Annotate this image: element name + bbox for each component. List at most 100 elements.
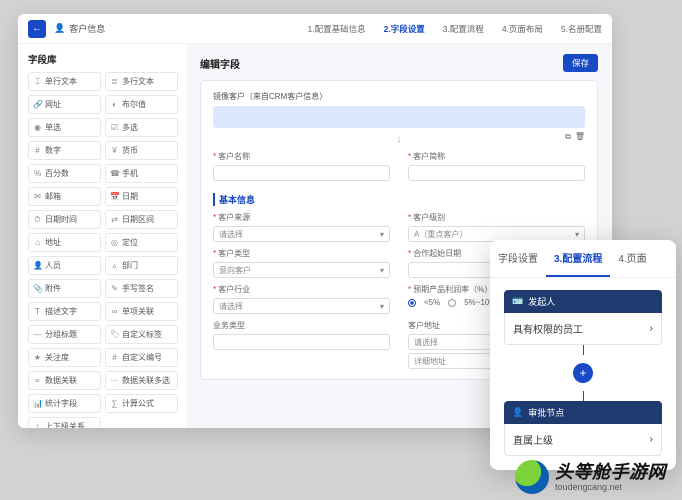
field-type-label: 数据关联多选	[122, 375, 170, 386]
step-5[interactable]: 5.名册配置	[561, 23, 602, 35]
field-type-label: 单项关联	[122, 306, 154, 317]
input-customer-short[interactable]	[408, 165, 585, 181]
label-source: *客户来源	[213, 212, 390, 223]
field-type-7[interactable]: ¥货币	[105, 141, 178, 160]
radio-opt-2[interactable]	[448, 299, 456, 307]
select-type[interactable]: 意向客户▾	[213, 262, 390, 278]
step-3[interactable]: 3.配置流程	[443, 23, 484, 35]
node-approval-body[interactable]: 直属上级 ›	[504, 424, 662, 456]
field-type-label: 日期时间	[45, 214, 77, 225]
field-type-icon: 📊	[33, 399, 42, 408]
field-type-27[interactable]: ⋯数据关联多选	[105, 371, 178, 390]
flow-connector	[583, 391, 584, 401]
field-type-5[interactable]: ☑多选	[105, 118, 178, 137]
field-type-23[interactable]: 🏷自定义标签	[105, 325, 178, 344]
field-type-label: 日期区间	[122, 214, 154, 225]
field-type-icon: #	[110, 353, 119, 362]
select-source[interactable]: 请选择▾	[213, 226, 390, 242]
library-title: 字段库	[28, 52, 178, 66]
label-customer-name: *客户名称	[213, 151, 390, 162]
field-type-4[interactable]: ◉单选	[28, 118, 101, 137]
add-node-button[interactable]: +	[573, 363, 593, 383]
field-type-icon: ◎	[110, 238, 119, 247]
field-type-19[interactable]: ✎手写签名	[105, 279, 178, 298]
back-button[interactable]: ←	[28, 20, 46, 38]
field-type-label: 多选	[122, 122, 138, 133]
field-type-25[interactable]: #自定义编号	[105, 348, 178, 367]
field-type-label: 布尔值	[122, 99, 146, 110]
field-type-label: 日期	[122, 191, 138, 202]
step-2[interactable]: 2.字段设置	[384, 23, 425, 35]
popup-tab-layout[interactable]: 4.页面	[610, 240, 654, 277]
field-type-icon: ◉	[33, 123, 42, 132]
field-type-22[interactable]: —分组标题	[28, 325, 101, 344]
field-type-17[interactable]: ▵部门	[105, 256, 178, 275]
chevron-down-icon: ▾	[575, 230, 579, 239]
popup-tab-flow[interactable]: 3.配置流程	[546, 240, 610, 277]
mirror-customer-label: 镜像客户（来自CRM客户信息）	[213, 91, 585, 102]
field-type-12[interactable]: ⏱日期时间	[28, 210, 101, 229]
field-type-16[interactable]: 👤人员	[28, 256, 101, 275]
field-type-label: 单行文本	[45, 76, 77, 87]
field-type-11[interactable]: 📅日期	[105, 187, 178, 206]
save-button[interactable]: 保存	[563, 54, 598, 72]
field-type-21[interactable]: ∞单项关联	[105, 302, 178, 321]
field-type-8[interactable]: %百分数	[28, 164, 101, 183]
brand-name-en: toudengcang.net	[555, 483, 666, 492]
input-biz[interactable]	[213, 334, 390, 350]
field-type-30[interactable]: ↕上下级关系	[28, 417, 101, 428]
chevron-right-icon: ›	[650, 434, 653, 445]
mirror-customer-field[interactable]	[213, 106, 585, 128]
field-type-label: 附件	[45, 283, 61, 294]
field-type-9[interactable]: ☎手机	[105, 164, 178, 183]
field-type-icon: 🏷	[110, 330, 119, 339]
field-type-18[interactable]: 📎附件	[28, 279, 101, 298]
delete-icon[interactable]: 🗑	[575, 132, 585, 142]
section-basic: 基本信息	[213, 193, 585, 206]
field-type-24[interactable]: ★关注度	[28, 348, 101, 367]
field-type-label: 关注度	[45, 352, 69, 363]
field-type-label: 邮箱	[45, 191, 61, 202]
field-type-0[interactable]: ⌶单行文本	[28, 72, 101, 91]
select-industry[interactable]: 请选择▾	[213, 298, 390, 314]
field-type-26[interactable]: ∝数据关联	[28, 371, 101, 390]
field-type-14[interactable]: ⌂地址	[28, 233, 101, 252]
person-icon: 👤	[512, 407, 523, 418]
label-industry: *客户行业	[213, 284, 390, 295]
field-type-icon: ↕	[33, 422, 42, 428]
chevron-down-icon: ▾	[380, 230, 384, 239]
field-type-label: 分组标题	[45, 329, 77, 340]
field-type-label: 自定义标签	[122, 329, 162, 340]
node-initiator-body[interactable]: 具有权限的员工 ›	[504, 313, 662, 345]
field-type-3[interactable]: ◐布尔值	[105, 95, 178, 114]
field-type-1[interactable]: ≣多行文本	[105, 72, 178, 91]
field-type-29[interactable]: ∑计算公式	[105, 394, 178, 413]
field-type-2[interactable]: 🔗网址	[28, 95, 101, 114]
field-type-label: 地址	[45, 237, 61, 248]
radio-opt-1[interactable]	[408, 299, 416, 307]
field-type-label: 百分数	[45, 168, 69, 179]
label-customer-short: *客户简称	[408, 151, 585, 162]
field-type-label: 描述文字	[45, 306, 77, 317]
label-biz: 业务类型	[213, 320, 390, 331]
person-icon: 👤	[54, 23, 65, 34]
field-type-6[interactable]: #数字	[28, 141, 101, 160]
field-type-icon: ◐	[110, 100, 119, 109]
field-type-13[interactable]: ⇄日期区间	[105, 210, 178, 229]
field-type-10[interactable]: ✉邮箱	[28, 187, 101, 206]
field-type-20[interactable]: T描述文字	[28, 302, 101, 321]
input-customer-name[interactable]	[213, 165, 390, 181]
field-type-icon: ★	[33, 353, 42, 362]
step-4[interactable]: 4.页面布局	[502, 23, 543, 35]
popup-tab-fields[interactable]: 字段设置	[490, 240, 546, 277]
field-type-15[interactable]: ◎定位	[105, 233, 178, 252]
step-1[interactable]: 1.配置基础信息	[308, 23, 366, 35]
field-type-28[interactable]: 📊统计字段	[28, 394, 101, 413]
field-type-label: 统计字段	[45, 398, 77, 409]
copy-icon[interactable]: ⧉	[565, 132, 571, 142]
field-type-label: 计算公式	[122, 398, 154, 409]
drop-indicator-icon: ↓	[397, 134, 402, 145]
field-type-icon: ≣	[110, 77, 119, 86]
workflow-popup: 字段设置 3.配置流程 4.页面 🪪 发起人 具有权限的员工 › + 👤 审批节…	[490, 240, 676, 470]
node-approval-header: 👤 审批节点	[504, 401, 662, 424]
